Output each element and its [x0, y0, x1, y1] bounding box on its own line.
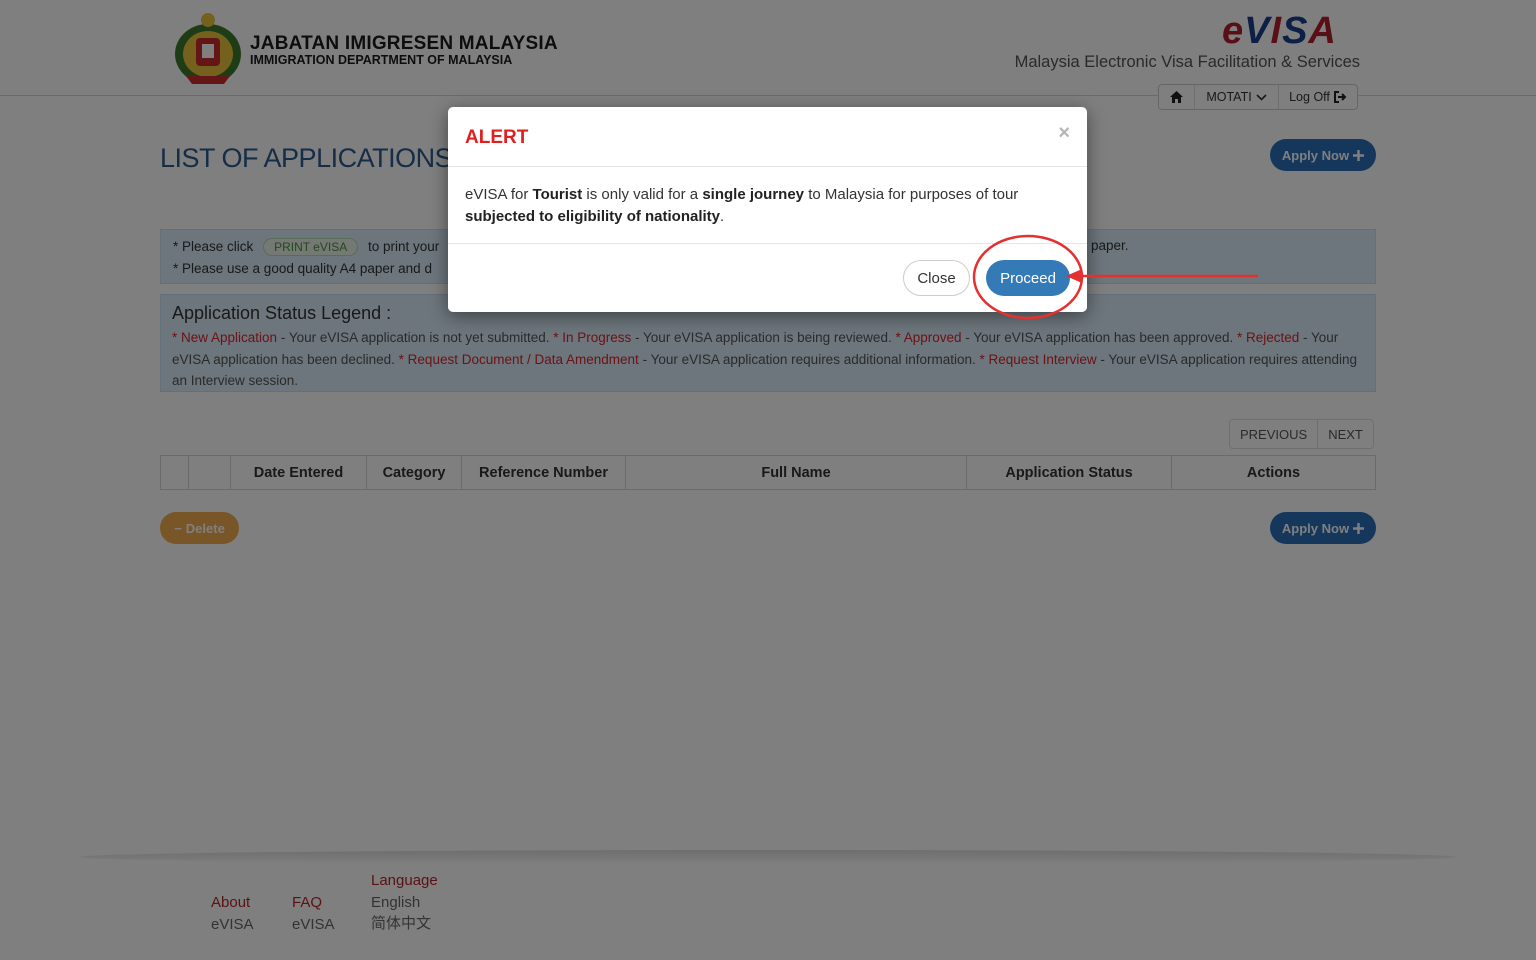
modal-footer: Close Proceed: [448, 243, 1087, 312]
close-icon[interactable]: ×: [1058, 122, 1070, 145]
close-button[interactable]: Close: [903, 260, 970, 296]
modal-header: ALERT ×: [448, 107, 1087, 167]
proceed-button[interactable]: Proceed: [986, 260, 1070, 296]
alert-modal: ALERT × eVISA for Tourist is only valid …: [448, 107, 1087, 312]
modal-message: eVISA for Tourist is only valid for a si…: [465, 186, 1019, 225]
modal-title: ALERT: [465, 127, 529, 148]
